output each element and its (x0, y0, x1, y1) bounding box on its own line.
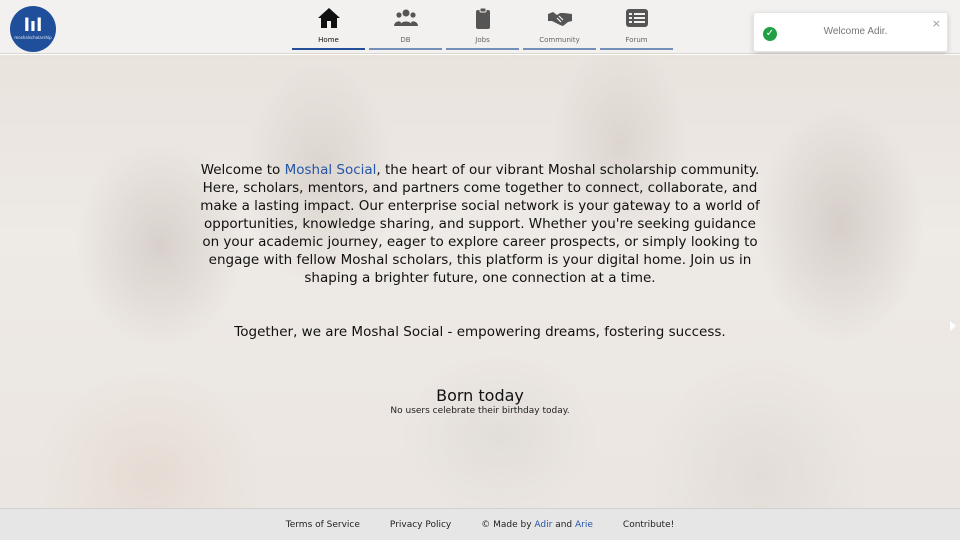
nav-underline (446, 48, 519, 50)
hero-content: Welcome to Moshal Social, the heart of o… (0, 55, 960, 508)
nav-item-community[interactable]: Community (521, 0, 598, 54)
welcome-toast: ✓ Welcome Adir. × (753, 12, 948, 52)
privacy-link[interactable]: Privacy Policy (390, 520, 451, 530)
clipboard-icon (475, 7, 490, 29)
main-nav: Home DB Jobs Community Forum (290, 0, 675, 54)
nav-label-forum: Forum (625, 36, 648, 44)
welcome-text: Welcome to Moshal Social, the heart of o… (200, 161, 760, 287)
nav-item-forum[interactable]: Forum (598, 0, 675, 54)
made-and: and (552, 519, 575, 530)
moshal-logo[interactable]: lıl moshalscholarship (10, 6, 56, 52)
users-icon (393, 9, 418, 26)
toast-message: Welcome Adir. (823, 26, 888, 37)
author-link-arie[interactable]: Arie (575, 520, 593, 530)
author-link-adir[interactable]: Adir (534, 520, 552, 530)
welcome-body: , the heart of our vibrant Moshal schola… (200, 162, 760, 286)
nav-item-jobs[interactable]: Jobs (444, 0, 521, 54)
logo-mark: lıl (23, 15, 43, 36)
logo-brand-text: moshalscholarship (14, 35, 52, 40)
hero-background: Welcome to Moshal Social, the heart of o… (0, 55, 960, 508)
footer: Terms of Service Privacy Policy © Made b… (0, 508, 960, 540)
check-circle-icon: ✓ (763, 27, 777, 41)
contribute-link[interactable]: Contribute! (623, 520, 674, 530)
made-prefix: © Made by (481, 519, 535, 530)
nav-label-home: Home (318, 36, 339, 44)
tagline: Together, we are Moshal Social - empower… (234, 324, 726, 340)
nav-label-jobs: Jobs (475, 36, 490, 44)
brand-name-link: Moshal Social (284, 162, 377, 178)
nav-underline (600, 48, 673, 50)
welcome-prefix: Welcome to (200, 162, 285, 178)
list-icon (625, 9, 648, 27)
made-by-credit: © Made by Adir and Arie (481, 520, 593, 530)
born-today-message: No users celebrate their birthday today. (390, 406, 570, 416)
home-icon (317, 8, 340, 28)
close-icon[interactable]: × (932, 17, 941, 30)
top-navbar: lıl moshalscholarship Home DB Jobs Commu… (0, 0, 960, 54)
next-slide-arrow-icon[interactable] (950, 321, 956, 331)
nav-underline (369, 48, 442, 50)
nav-active-underline (292, 48, 365, 50)
nav-item-home[interactable]: Home (290, 0, 367, 54)
nav-label-db: DB (400, 36, 411, 44)
nav-underline (523, 48, 596, 50)
handshake-icon (547, 12, 572, 26)
born-today-heading: Born today (436, 386, 524, 405)
nav-label-community: Community (539, 36, 580, 44)
terms-link[interactable]: Terms of Service (286, 520, 360, 530)
nav-item-db[interactable]: DB (367, 0, 444, 54)
